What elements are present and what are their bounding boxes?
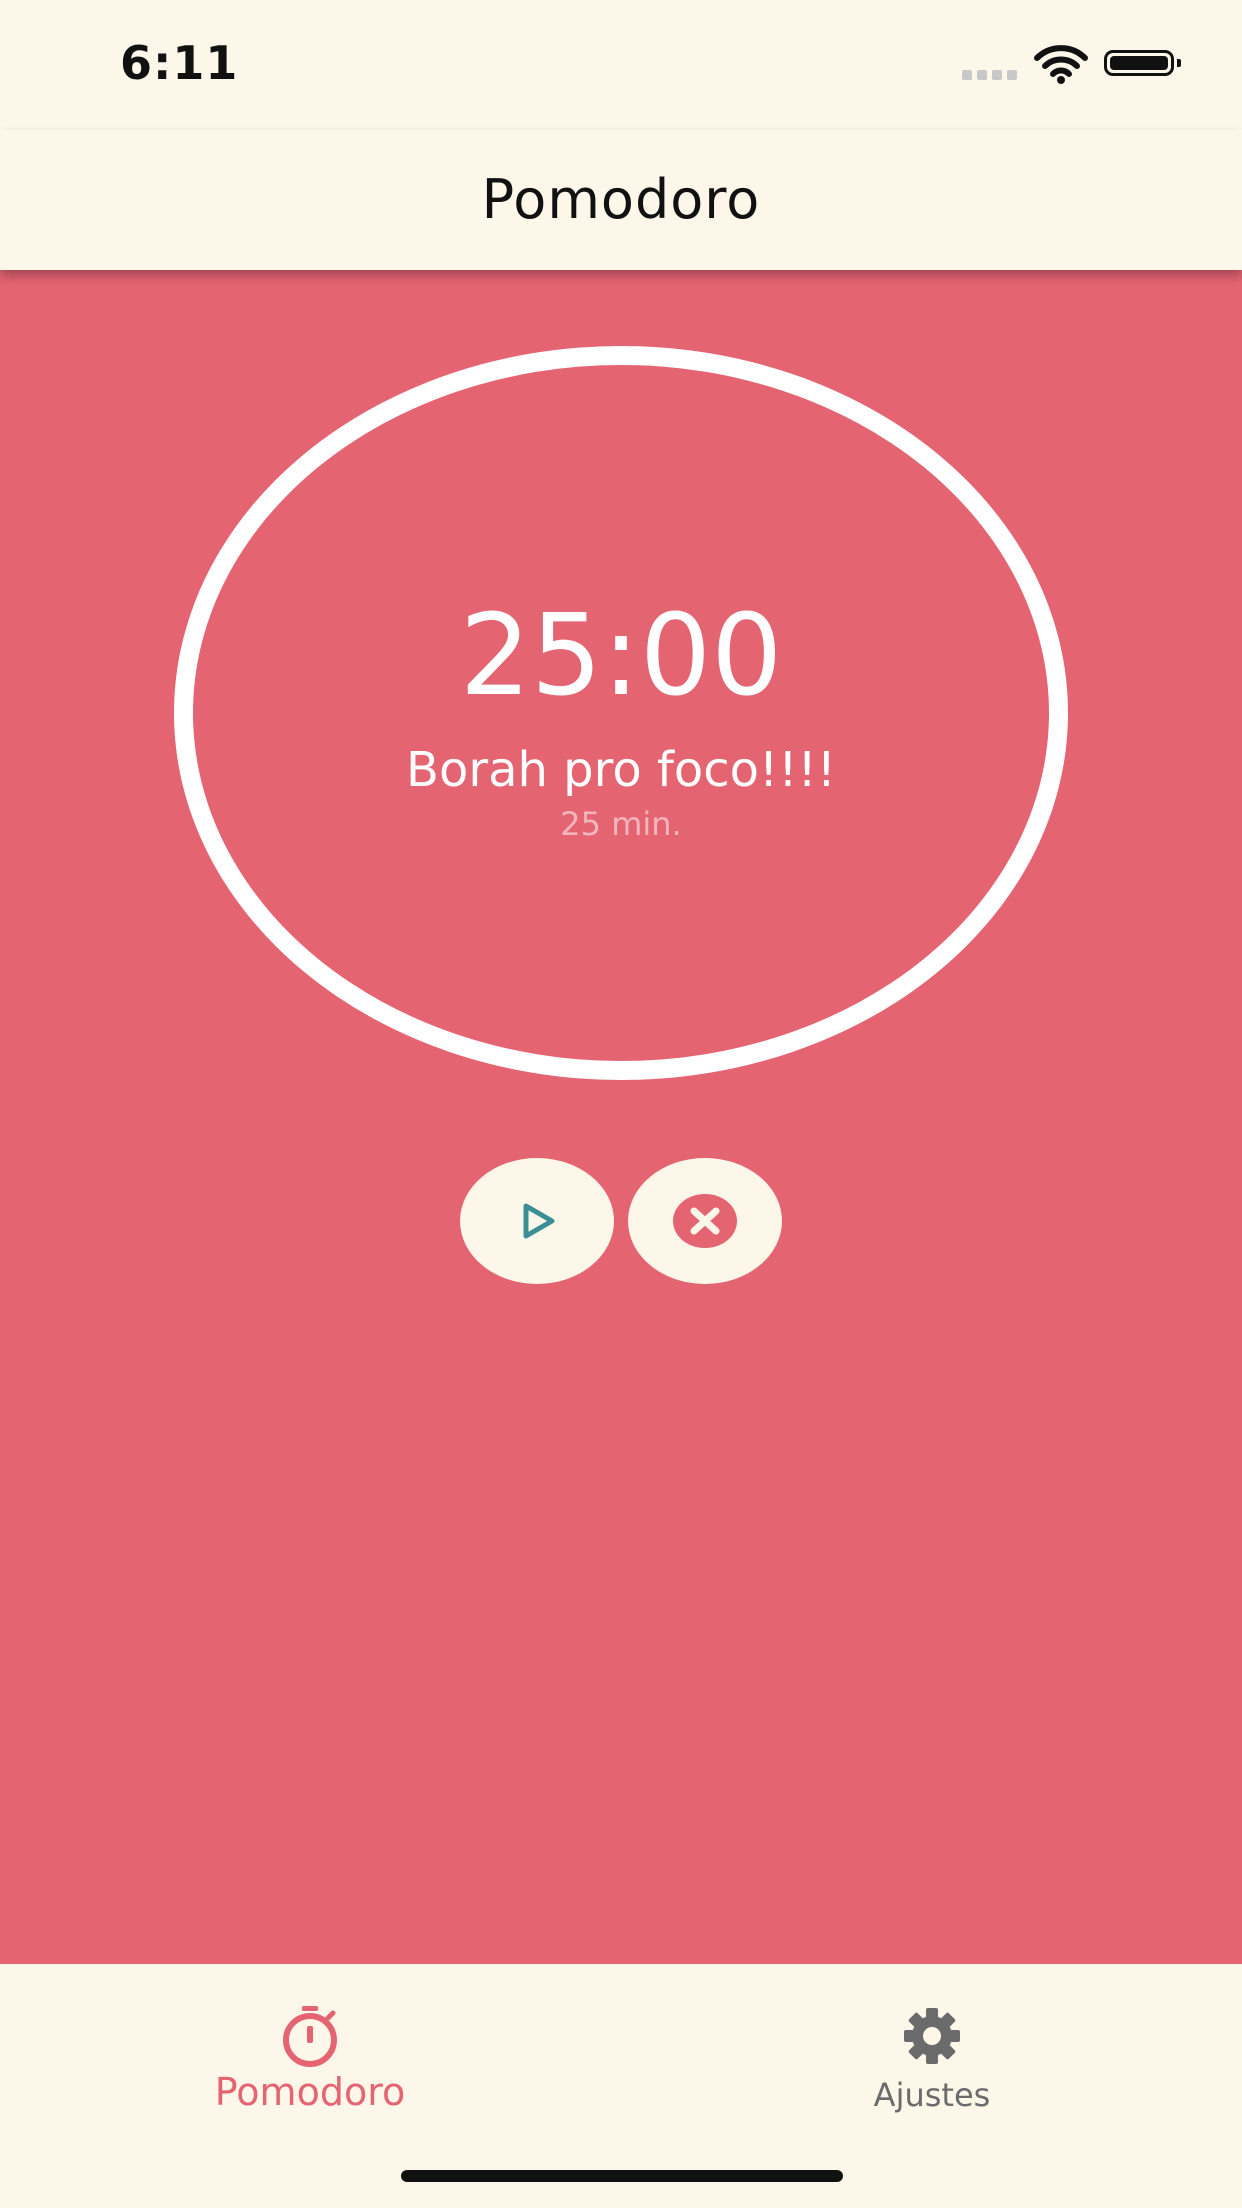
cancel-circle-icon [673,1194,737,1248]
wifi-icon [1034,44,1088,84]
timer-remaining: 25:00 [459,591,783,721]
status-bar: 6:11 [0,0,1242,130]
timer-duration-label: 25 min. [560,805,682,843]
cellular-signal-icon [962,70,1018,80]
status-time: 6:11 [120,36,239,90]
play-button[interactable] [460,1158,614,1284]
nav-item-pomodoro[interactable]: Pomodoro [160,1984,460,2134]
bottom-navigation: Pomodoro Ajustes [0,1964,1242,2208]
play-icon [523,1203,555,1239]
gear-icon [904,2008,960,2064]
home-indicator [401,2170,843,2182]
page-title: Pomodoro [481,168,761,231]
battery-icon [1104,50,1184,80]
stopwatch-icon [283,2006,337,2067]
app-bar: Pomodoro [0,130,1242,270]
cancel-button[interactable] [628,1158,782,1284]
nav-label-ajustes: Ajustes [873,2076,991,2114]
nav-item-ajustes[interactable]: Ajustes [782,1984,1082,2134]
timer-screen: 25:00 Borah pro foco!!!! 25 min. [0,270,1242,1964]
nav-label-pomodoro: Pomodoro [214,2070,406,2114]
timer-phase-label: Borah pro foco!!!! [406,742,836,798]
